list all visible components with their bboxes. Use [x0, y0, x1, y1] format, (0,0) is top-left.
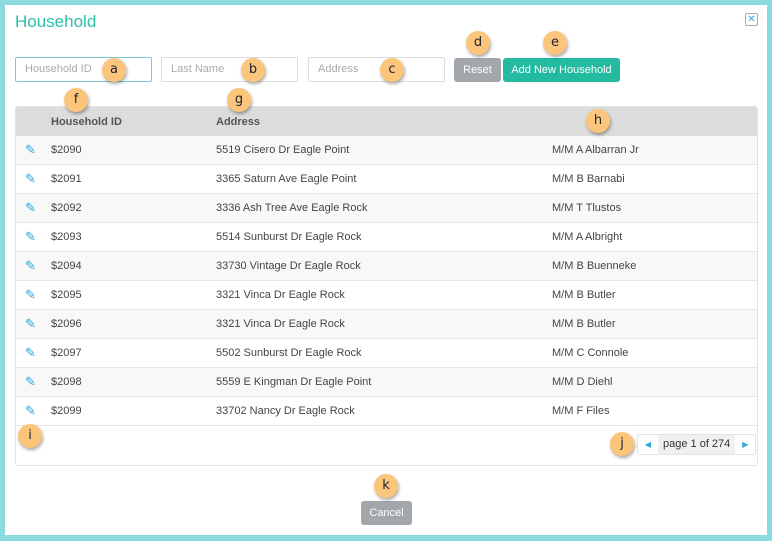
- household-id-cell: $2094: [51, 260, 82, 272]
- table-row: ✎ $2093 5514 Sunburst Dr Eagle Rock M/M …: [16, 223, 757, 252]
- name-cell: M/M F Files: [552, 405, 610, 417]
- edit-pencil-icon[interactable]: ✎: [25, 403, 36, 419]
- table-row: ✎ $2091 3365 Saturn Ave Eagle Point M/M …: [16, 165, 757, 194]
- page-indicator: page 1 of 274: [658, 435, 736, 454]
- edit-pencil-icon[interactable]: ✎: [25, 229, 36, 245]
- annotation-badge: e: [543, 31, 567, 55]
- household-table: Household ID Address ✎ $2090 5519 Cisero…: [15, 106, 758, 466]
- address-cell: 3321 Vinca Dr Eagle Rock: [216, 318, 345, 330]
- edit-pencil-icon[interactable]: ✎: [25, 287, 36, 303]
- address-cell: 33702 Nancy Dr Eagle Rock: [216, 405, 355, 417]
- annotation-badge: i: [18, 424, 42, 448]
- edit-pencil-icon[interactable]: ✎: [25, 142, 36, 158]
- name-cell: M/M C Connole: [552, 347, 629, 359]
- table-row: ✎ $2090 5519 Cisero Dr Eagle Point M/M A…: [16, 136, 757, 165]
- annotation-badge: h: [586, 109, 610, 133]
- household-id-cell: $2092: [51, 202, 82, 214]
- address-cell: 3321 Vinca Dr Eagle Rock: [216, 289, 345, 301]
- name-cell: M/M D Diehl: [552, 376, 613, 388]
- add-new-household-button[interactable]: Add New Household: [503, 58, 620, 82]
- household-id-cell: $2095: [51, 289, 82, 301]
- household-id-cell: $2091: [51, 173, 82, 185]
- table-row: ✎ $2099 33702 Nancy Dr Eagle Rock M/M F …: [16, 397, 757, 426]
- edit-pencil-icon[interactable]: ✎: [25, 316, 36, 332]
- name-cell: M/M A Albright: [552, 231, 623, 243]
- pagination: ◀ page 1 of 274 ▶: [637, 434, 757, 455]
- edit-pencil-icon[interactable]: ✎: [25, 258, 36, 274]
- table-row: ✎ $2092 3336 Ash Tree Ave Eagle Rock M/M…: [16, 194, 757, 223]
- name-cell: M/M B Butler: [552, 318, 616, 330]
- annotation-badge: k: [374, 474, 398, 498]
- address-input[interactable]: Address: [308, 57, 445, 82]
- address-cell: 5502 Sunburst Dr Eagle Rock: [216, 347, 362, 359]
- annotation-badge: j: [610, 432, 634, 456]
- reset-button[interactable]: Reset: [454, 58, 501, 82]
- address-cell: 5514 Sunburst Dr Eagle Rock: [216, 231, 362, 243]
- address-cell: 5559 E Kingman Dr Eagle Point: [216, 376, 372, 388]
- address-cell: 3336 Ash Tree Ave Eagle Rock: [216, 202, 368, 214]
- cancel-button[interactable]: Cancel: [361, 501, 412, 525]
- household-id-input[interactable]: Household ID: [15, 57, 152, 82]
- chevron-left-icon[interactable]: ◀: [638, 435, 658, 454]
- dialog-title: Household: [15, 12, 97, 31]
- household-id-cell: $2097: [51, 347, 82, 359]
- name-cell: M/M B Barnabi: [552, 173, 625, 185]
- edit-pencil-icon[interactable]: ✎: [25, 374, 36, 390]
- annotation-badge: f: [64, 88, 88, 112]
- household-id-cell: $2096: [51, 318, 82, 330]
- edit-pencil-icon[interactable]: ✎: [25, 171, 36, 187]
- chevron-right-icon[interactable]: ▶: [735, 435, 755, 454]
- address-cell: 33730 Vintage Dr Eagle Rock: [216, 260, 361, 272]
- table-row: ✎ $2098 5559 E Kingman Dr Eagle Point M/…: [16, 368, 757, 397]
- table-row: ✎ $2097 5502 Sunburst Dr Eagle Rock M/M …: [16, 339, 757, 368]
- edit-pencil-icon[interactable]: ✎: [25, 345, 36, 361]
- address-cell: 3365 Saturn Ave Eagle Point: [216, 173, 357, 185]
- name-cell: M/M B Butler: [552, 289, 616, 301]
- last-name-input[interactable]: Last Name: [161, 57, 298, 82]
- annotation-badge: g: [227, 88, 251, 112]
- table-row: ✎ $2096 3321 Vinca Dr Eagle Rock M/M B B…: [16, 310, 757, 339]
- edit-pencil-icon[interactable]: ✎: [25, 200, 36, 216]
- household-id-cell: $2090: [51, 144, 82, 156]
- header-address[interactable]: Address: [216, 116, 260, 128]
- household-id-cell: $2099: [51, 405, 82, 417]
- household-dialog: Household ✕ Household ID Last Name Addre…: [5, 5, 767, 535]
- annotation-badge: a: [102, 58, 126, 82]
- name-cell: M/M T Tlustos: [552, 202, 622, 214]
- household-id-cell: $2098: [51, 376, 82, 388]
- name-cell: M/M A Albarran Jr: [552, 144, 639, 156]
- table-row: ✎ $2094 33730 Vintage Dr Eagle Rock M/M …: [16, 252, 757, 281]
- annotation-badge: d: [466, 31, 490, 55]
- close-icon[interactable]: ✕: [745, 13, 758, 26]
- name-cell: M/M B Buenneke: [552, 260, 637, 272]
- table-header: Household ID Address: [16, 107, 757, 136]
- address-cell: 5519 Cisero Dr Eagle Point: [216, 144, 350, 156]
- annotation-badge: b: [241, 58, 265, 82]
- household-id-cell: $2093: [51, 231, 82, 243]
- annotation-badge: c: [380, 58, 404, 82]
- header-household-id[interactable]: Household ID: [51, 116, 122, 128]
- table-row: ✎ $2095 3321 Vinca Dr Eagle Rock M/M B B…: [16, 281, 757, 310]
